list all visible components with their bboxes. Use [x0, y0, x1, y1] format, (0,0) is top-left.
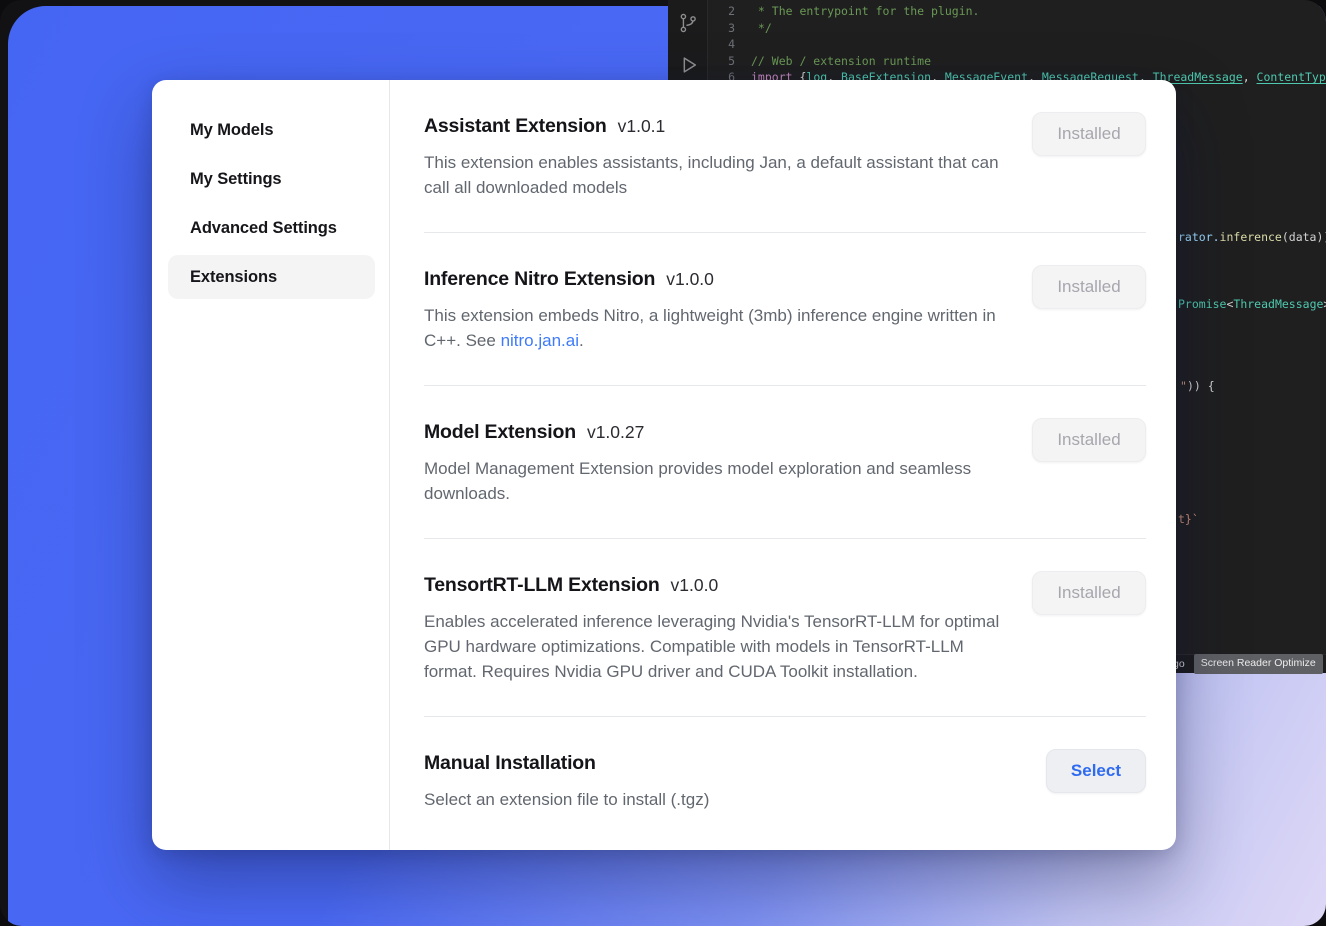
extension-link[interactable]: nitro.jan.ai — [501, 331, 579, 350]
extension-name: Manual Installation — [424, 752, 596, 774]
extension-section: Model Extension v1.0.27 Model Management … — [424, 386, 1146, 538]
extension-text: TensortRT-LLM Extension v1.0.0 Enables ac… — [424, 571, 1008, 684]
sidebar-item-label: Advanced Settings — [190, 219, 337, 238]
sidebar-item-advanced-settings[interactable]: Advanced Settings — [168, 206, 375, 250]
code-line: 3 */ — [709, 20, 1326, 37]
code-line: 4 — [709, 36, 1326, 53]
extension-name: TensortRT-LLM Extension — [424, 574, 660, 596]
settings-nav: My Models My Settings Advanced Settings … — [168, 108, 375, 299]
extension-section: Assistant Extension v1.0.1 This extension… — [424, 110, 1146, 232]
extension-description: Select an extension file to install (.tg… — [424, 787, 709, 812]
source-control-icon[interactable] — [677, 12, 699, 34]
line-code: // Web / extension runtime — [751, 53, 931, 70]
code-fragment: t}` — [1178, 511, 1199, 528]
extension-text: Assistant Extension v1.0.1 This extension… — [424, 112, 1008, 200]
settings-sidebar: My Models My Settings Advanced Settings … — [152, 80, 390, 850]
code-line: 5 // Web / extension runtime — [709, 53, 1326, 70]
line-code: */ — [751, 20, 772, 37]
sidebar-item-my-models[interactable]: My Models — [168, 108, 375, 152]
installed-button[interactable]: Installed — [1032, 418, 1146, 462]
code-token: rator. — [1178, 230, 1220, 244]
code-token: " — [1180, 379, 1187, 393]
extension-title-row: TensortRT-LLM Extension v1.0.0 — [424, 571, 1008, 601]
sidebar-item-extensions[interactable]: Extensions — [168, 255, 375, 299]
installed-button[interactable]: Installed — [1032, 112, 1146, 156]
code-fragment: Promise<ThreadMessage> — [1178, 296, 1326, 313]
line-number: 5 — [709, 53, 735, 70]
extension-title-row: Assistant Extension v1.0.1 — [424, 112, 1008, 142]
extension-version: v1.0.0 — [666, 269, 714, 289]
extension-name: Assistant Extension — [424, 115, 607, 137]
extension-description: This extension enables assistants, inclu… — [424, 150, 1008, 200]
code-token: inference — [1220, 230, 1282, 244]
sidebar-item-my-settings[interactable]: My Settings — [168, 157, 375, 201]
extension-section: Manual Installation Select an extension … — [424, 717, 1146, 844]
code-token: t}` — [1178, 512, 1199, 526]
installed-button[interactable]: Installed — [1032, 571, 1146, 615]
extension-version: v1.0.0 — [671, 575, 719, 595]
status-screen-reader[interactable]: Screen Reader Optimize — [1194, 654, 1323, 674]
code-token: * The entrypoint for the plugin. — [751, 4, 979, 18]
editor-code-area: 2 * The entrypoint for the plugin. 3 */ … — [709, 0, 1326, 86]
extension-title-row: Model Extension v1.0.27 — [424, 418, 1008, 448]
select-button[interactable]: Select — [1046, 749, 1146, 793]
code-token: // Web / extension runtime — [751, 54, 931, 68]
screenshot-canvas: 2 * The entrypoint for the plugin. 3 */ … — [0, 0, 1326, 926]
code-fragment: rator.inference(data)); — [1178, 229, 1326, 246]
line-code: * The entrypoint for the plugin. — [751, 3, 979, 20]
code-fragment: ")) { — [1180, 378, 1215, 395]
code-token: ThreadMessage — [1233, 297, 1323, 311]
line-number: 3 — [709, 20, 735, 37]
extension-description: Model Management Extension provides mode… — [424, 456, 1008, 506]
extension-text: Inference Nitro Extension v1.0.0 This ext… — [424, 265, 1008, 353]
run-debug-icon[interactable] — [677, 54, 699, 76]
extension-title-row: Inference Nitro Extension v1.0.0 — [424, 265, 1008, 295]
extension-description: This extension embeds Nitro, a lightweig… — [424, 303, 1008, 353]
line-number: 4 — [709, 36, 735, 53]
extension-text: Manual Installation Select an extension … — [424, 749, 709, 812]
extensions-list: Assistant Extension v1.0.1 This extension… — [390, 80, 1176, 850]
sidebar-item-label: My Models — [190, 121, 273, 140]
settings-card: My Models My Settings Advanced Settings … — [152, 80, 1176, 850]
extension-description: Enables accelerated inference leveraging… — [424, 609, 1008, 684]
sidebar-item-label: Extensions — [190, 268, 277, 287]
extension-title-row: Manual Installation — [424, 749, 709, 779]
extension-name: Inference Nitro Extension — [424, 268, 655, 290]
line-number: 2 — [709, 3, 735, 20]
sidebar-item-label: My Settings — [190, 170, 282, 189]
code-token: , — [1243, 70, 1257, 84]
code-line: 2 * The entrypoint for the plugin. — [709, 3, 1326, 20]
extension-name: Model Extension — [424, 421, 576, 443]
code-token: */ — [751, 21, 772, 35]
installed-button[interactable]: Installed — [1032, 265, 1146, 309]
code-token: Promise — [1178, 297, 1226, 311]
code-token: ContentType — [1257, 70, 1326, 84]
extension-section: TensortRT-LLM Extension v1.0.0 Enables ac… — [424, 539, 1146, 716]
code-token: (data)); — [1282, 230, 1326, 244]
extension-version: v1.0.27 — [587, 422, 644, 442]
extension-section: Inference Nitro Extension v1.0.0 This ext… — [424, 233, 1146, 385]
extension-text: Model Extension v1.0.27 Model Management … — [424, 418, 1008, 506]
extension-version: v1.0.1 — [618, 116, 666, 136]
code-token: )) { — [1187, 379, 1215, 393]
